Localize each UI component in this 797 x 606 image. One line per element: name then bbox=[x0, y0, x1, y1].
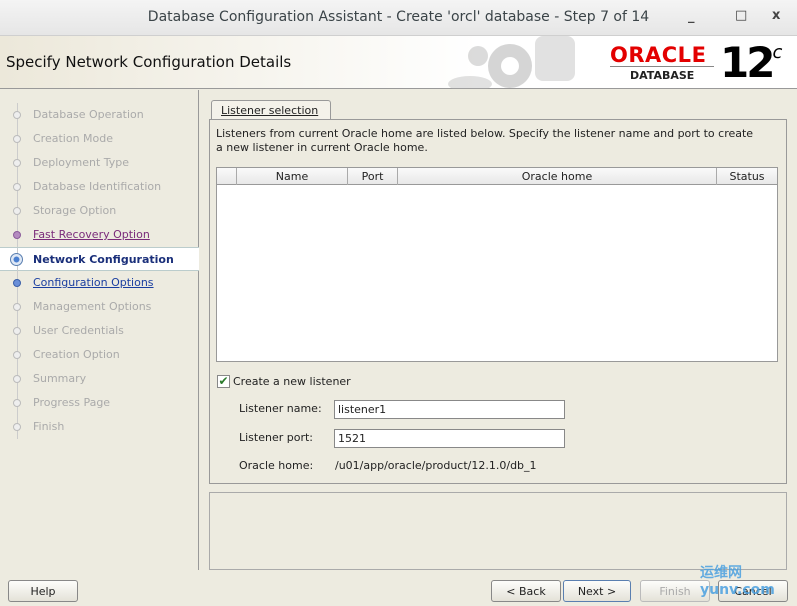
step-deployment-type: Deployment Type bbox=[0, 151, 199, 175]
step-label: Creation Option bbox=[33, 348, 120, 361]
maximize-button[interactable]: □ bbox=[735, 8, 747, 23]
step-label: Creation Mode bbox=[33, 132, 114, 145]
step-label: Progress Page bbox=[33, 396, 111, 409]
step-database-operation: Database Operation bbox=[0, 103, 199, 127]
listener-name-label: Listener name: bbox=[239, 402, 322, 415]
step-label: Storage Option bbox=[33, 204, 117, 217]
close-button[interactable]: x bbox=[772, 8, 780, 23]
step-indicator-icon bbox=[13, 159, 21, 167]
next-button[interactable]: Next > bbox=[563, 580, 631, 602]
step-indicator-icon bbox=[13, 303, 21, 311]
step-indicator-icon bbox=[13, 279, 21, 287]
watermark-logo: 运维网 yunv.com bbox=[700, 565, 775, 598]
step-indicator-icon bbox=[13, 327, 21, 335]
oracle-home-label: Oracle home: bbox=[239, 459, 314, 472]
step-database-identification: Database Identification bbox=[0, 175, 199, 199]
step-label: Deployment Type bbox=[33, 156, 130, 169]
step-indicator-icon bbox=[13, 375, 21, 383]
step-summary: Summary bbox=[0, 367, 199, 391]
step-network-configuration: Network Configuration bbox=[0, 247, 199, 272]
message-area bbox=[209, 492, 787, 570]
column-header-name[interactable]: Name bbox=[237, 168, 348, 185]
listener-name-input[interactable]: listener1 bbox=[334, 400, 565, 419]
step-progress-page: Progress Page bbox=[0, 391, 199, 415]
minimize-button[interactable]: _ bbox=[688, 9, 695, 24]
listener-port-input[interactable]: 1521 bbox=[334, 429, 565, 448]
step-fast-recovery-option[interactable]: Fast Recovery Option bbox=[0, 223, 199, 247]
oracle-database-label: DATABASE bbox=[630, 69, 695, 82]
help-button[interactable]: Help bbox=[8, 580, 78, 602]
gears-graphic-icon bbox=[448, 36, 575, 89]
listener-port-label: Listener port: bbox=[239, 431, 314, 444]
step-management-options: Management Options bbox=[0, 295, 199, 319]
step-indicator-icon bbox=[13, 111, 21, 119]
step-label: Finish bbox=[33, 420, 65, 433]
create-listener-label: Create a new listener bbox=[233, 375, 351, 388]
title-bar: Database Configuration Assistant - Creat… bbox=[0, 0, 797, 36]
step-indicator-icon bbox=[13, 183, 21, 191]
step-indicator-icon bbox=[13, 207, 21, 215]
column-header-select[interactable] bbox=[217, 168, 237, 185]
step-indicator-icon bbox=[13, 399, 21, 407]
step-indicator-icon bbox=[13, 231, 21, 239]
table-header: Name Port Oracle home Status bbox=[217, 168, 777, 185]
window-title: Database Configuration Assistant - Creat… bbox=[147, 9, 650, 25]
step-label: Configuration Options bbox=[33, 276, 154, 289]
step-label: Fast Recovery Option bbox=[33, 228, 150, 241]
page-title: Specify Network Configuration Details bbox=[6, 53, 292, 71]
step-label: Network Configuration bbox=[33, 253, 174, 266]
step-label: Summary bbox=[33, 372, 87, 385]
step-label: Management Options bbox=[33, 300, 152, 313]
step-label: Database Identification bbox=[33, 180, 162, 193]
step-indicator-icon bbox=[10, 253, 23, 266]
page-header: Specify Network Configuration Details OR… bbox=[0, 36, 797, 89]
oracle-logo: ORACLE bbox=[610, 43, 707, 67]
description: Listeners from current Oracle home are l… bbox=[216, 127, 754, 154]
step-label: User Credentials bbox=[33, 324, 124, 337]
column-header-port[interactable]: Port bbox=[348, 168, 398, 185]
step-creation-option: Creation Option bbox=[0, 343, 199, 367]
step-configuration-options[interactable]: Configuration Options bbox=[0, 271, 199, 295]
step-finish: Finish bbox=[0, 415, 199, 439]
step-label: Database Operation bbox=[33, 108, 144, 121]
step-user-credentials: User Credentials bbox=[0, 319, 199, 343]
step-indicator-icon bbox=[13, 423, 21, 431]
create-listener-checkbox[interactable]: ✔ bbox=[217, 375, 230, 388]
version-logo: 12c bbox=[720, 38, 783, 87]
step-creation-mode: Creation Mode bbox=[0, 127, 199, 151]
oracle-home-value: /u01/app/oracle/product/12.1.0/db_1 bbox=[335, 459, 537, 472]
step-indicator-icon bbox=[13, 135, 21, 143]
step-storage-option: Storage Option bbox=[0, 199, 199, 223]
listener-table[interactable]: Name Port Oracle home Status bbox=[216, 167, 778, 362]
tab-listener-selection[interactable]: Listener selection bbox=[211, 100, 331, 120]
column-header-status[interactable]: Status bbox=[717, 168, 777, 185]
step-indicator-icon bbox=[13, 351, 21, 359]
steps-sidebar: Database Operation Creation Mode Deploymen… bbox=[0, 90, 199, 570]
column-header-oracle-home[interactable]: Oracle home bbox=[398, 168, 717, 185]
back-button[interactable]: < Back bbox=[491, 580, 561, 602]
